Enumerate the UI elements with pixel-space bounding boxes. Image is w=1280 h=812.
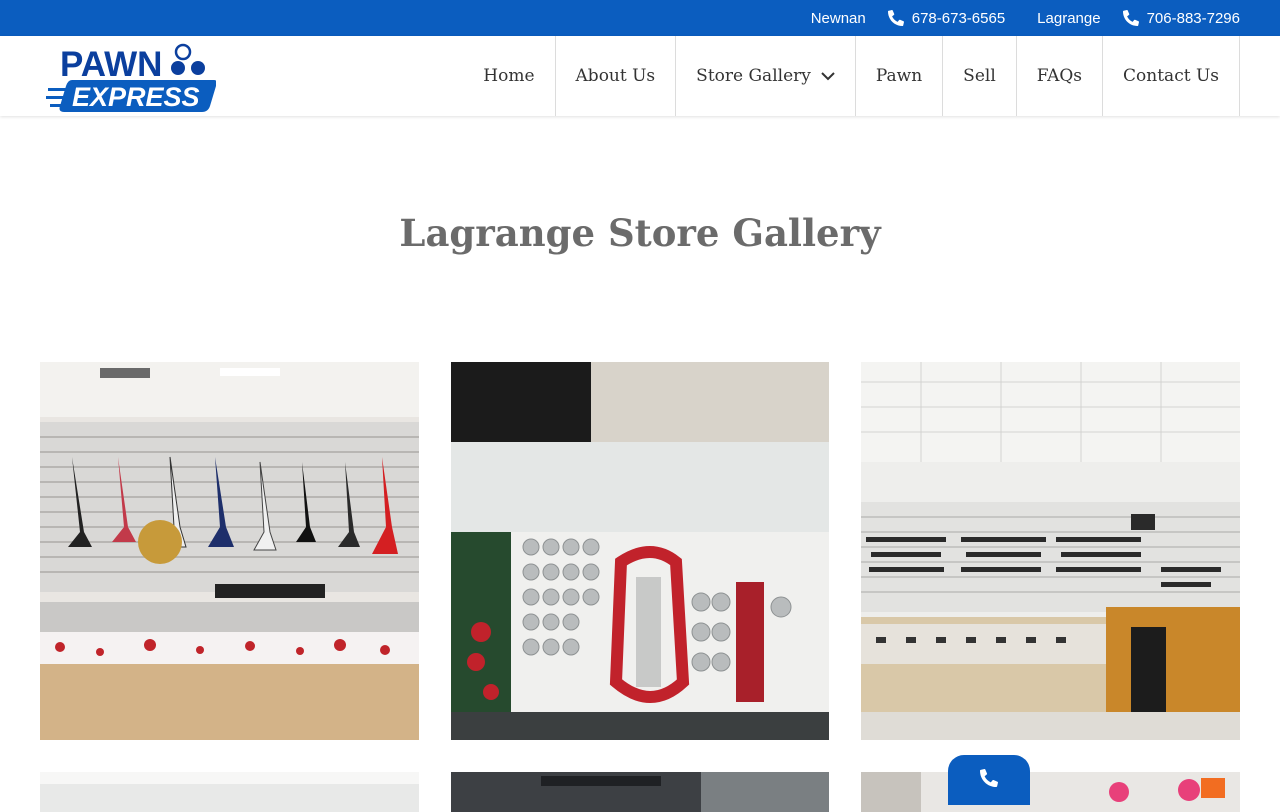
phone-number: 706-883-7296	[1146, 9, 1240, 27]
photo-image	[451, 362, 829, 740]
nav-home[interactable]: Home	[483, 36, 556, 116]
chevron-down-icon	[821, 72, 835, 81]
location-lagrange: Lagrange	[1037, 9, 1101, 27]
phone-link-newnan[interactable]: 678-673-6565	[887, 9, 1006, 27]
logo[interactable]: PAWN EXPRESS	[46, 40, 217, 114]
gallery-photo-guitars[interactable]	[40, 362, 419, 740]
gallery-photo-firearms[interactable]	[861, 362, 1240, 740]
nav-sell[interactable]: Sell	[943, 36, 1017, 116]
logo-line2: EXPRESS	[72, 82, 200, 112]
photo-image	[451, 772, 829, 812]
nav-store-gallery[interactable]: Store Gallery	[676, 36, 856, 116]
floating-call-button[interactable]	[948, 755, 1030, 805]
phone-icon	[1122, 10, 1139, 26]
photo-image	[40, 362, 419, 740]
nav-pawn[interactable]: Pawn	[856, 36, 944, 116]
top-bar: Newnan 678-673-6565 Lagrange 706-883-729…	[0, 0, 1280, 36]
nav-faqs[interactable]: FAQs	[1017, 36, 1104, 116]
phone-icon	[887, 10, 904, 26]
photo-image	[861, 772, 1240, 812]
phone-number: 678-673-6565	[911, 9, 1006, 27]
site-header: PAWN EXPRESS Home About Us Store Gallery…	[0, 36, 1280, 116]
photo-image	[861, 362, 1240, 740]
phone-link-lagrange[interactable]: 706-883-7296	[1122, 9, 1240, 27]
photo-image	[40, 772, 419, 812]
location-newnan: Newnan	[810, 9, 866, 27]
gallery-photo-coins[interactable]	[451, 362, 829, 740]
nav-about-us[interactable]: About Us	[556, 36, 677, 116]
nav-store-gallery-label: Store Gallery	[696, 66, 811, 86]
gallery-photo-4[interactable]	[40, 772, 419, 812]
nav-contact-us[interactable]: Contact Us	[1103, 36, 1240, 116]
phone-icon	[980, 769, 998, 787]
gallery-photo-5[interactable]	[451, 772, 829, 812]
logo-line1: PAWN	[60, 45, 162, 84]
main-nav: Home About Us Store Gallery Pawn Sell FA…	[483, 36, 1240, 116]
page-title: Lagrange Store Gallery	[399, 210, 881, 255]
gallery-photo-6[interactable]	[861, 772, 1240, 812]
